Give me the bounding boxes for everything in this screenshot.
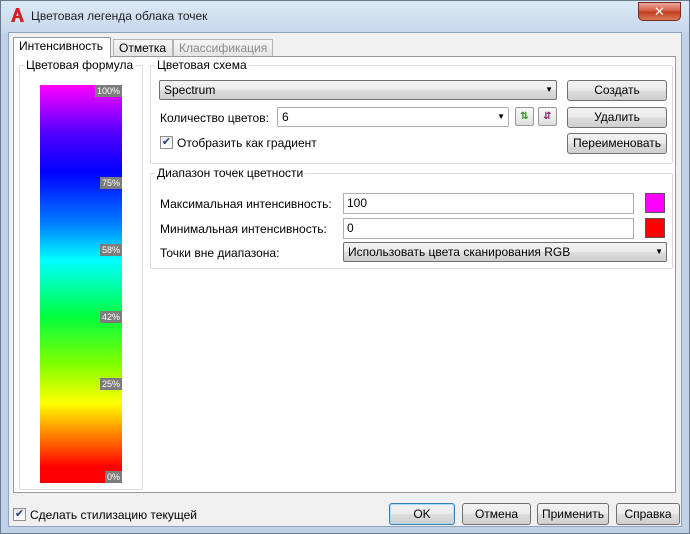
create-button[interactable]: Создать bbox=[567, 80, 667, 101]
min-intensity-label: Минимальная интенсивность: bbox=[160, 222, 327, 236]
tab-elevation[interactable]: Отметка bbox=[113, 39, 173, 57]
chevron-down-icon: ▼ bbox=[545, 85, 553, 94]
color-gradient-bar: 100% 75% 58% 42% 25% 0% bbox=[40, 85, 122, 483]
tick-label: 75% bbox=[99, 177, 122, 189]
tick-label: 100% bbox=[94, 85, 122, 97]
color-count-label: Количество цветов: bbox=[160, 111, 269, 125]
max-color-swatch[interactable] bbox=[645, 193, 665, 213]
chevron-down-icon: ▼ bbox=[655, 247, 663, 256]
intensity-panel: Цветовая формула 100% 75% 58% 42% 25% 0%… bbox=[13, 56, 676, 493]
cancel-button[interactable]: Отмена bbox=[462, 503, 531, 525]
color-formula-caption: Цветовая формула bbox=[24, 58, 136, 72]
min-intensity-input[interactable]: 0 bbox=[343, 218, 634, 239]
make-current-checkbox[interactable]: ✔ bbox=[13, 508, 26, 521]
tab-classification: Классификация bbox=[173, 39, 273, 57]
out-of-range-value: Использовать цвета сканирования RGB bbox=[348, 245, 571, 259]
color-count-value: 6 bbox=[282, 110, 289, 124]
dialog-client: Интенсивность Отметка Классификация Цвет… bbox=[8, 32, 682, 527]
max-intensity-label: Максимальная интенсивность: bbox=[160, 197, 332, 211]
close-button[interactable]: ✕ bbox=[638, 2, 681, 21]
color-scheme-group: Цветовая схема Spectrum ▼ Создать Количе… bbox=[150, 58, 673, 164]
scheme-select[interactable]: Spectrum ▼ bbox=[159, 80, 557, 100]
gradient-checkbox[interactable]: ✔ bbox=[160, 136, 173, 149]
out-of-range-label: Точки вне диапазона: bbox=[160, 246, 280, 260]
tick-label: 25% bbox=[99, 378, 122, 390]
color-count-select[interactable]: 6 ▼ bbox=[277, 107, 509, 127]
apply-button[interactable]: Применить bbox=[537, 503, 609, 525]
dialog-window: Цветовая легенда облака точек ✕ Интенсив… bbox=[0, 0, 690, 534]
ok-button[interactable]: OK bbox=[389, 503, 455, 525]
make-current-label: Сделать стилизацию текущей bbox=[30, 508, 197, 522]
tick-label: 58% bbox=[99, 244, 122, 256]
scheme-select-value: Spectrum bbox=[164, 83, 216, 97]
swap-colors-icon[interactable]: ⇅ bbox=[515, 107, 534, 126]
tick-label: 0% bbox=[104, 471, 122, 483]
window-title: Цветовая легенда облака точек bbox=[31, 9, 208, 23]
delete-button[interactable]: Удалить bbox=[567, 107, 667, 128]
max-intensity-input[interactable]: 100 bbox=[343, 193, 634, 214]
chevron-down-icon: ▼ bbox=[497, 112, 505, 121]
out-of-range-select[interactable]: Использовать цвета сканирования RGB ▼ bbox=[343, 242, 667, 262]
tab-intensity[interactable]: Интенсивность bbox=[13, 37, 111, 58]
color-range-group: Диапазон точек цветности Максимальная ин… bbox=[150, 166, 673, 269]
color-range-caption: Диапазон точек цветности bbox=[155, 166, 306, 180]
color-scheme-caption: Цветовая схема bbox=[155, 58, 249, 72]
min-color-swatch[interactable] bbox=[645, 218, 665, 238]
color-formula-group: Цветовая формула 100% 75% 58% 42% 25% 0% bbox=[19, 58, 143, 490]
gradient-label: Отобразить как градиент bbox=[177, 136, 317, 150]
reverse-colors-icon[interactable]: ⇵ bbox=[538, 107, 557, 126]
rename-button[interactable]: Переименовать bbox=[567, 133, 667, 154]
tick-label: 42% bbox=[99, 311, 122, 323]
title-bar[interactable]: Цветовая легенда облака точек ✕ bbox=[1, 1, 689, 32]
autocad-logo-icon bbox=[11, 8, 24, 22]
help-button[interactable]: Справка bbox=[616, 503, 680, 525]
